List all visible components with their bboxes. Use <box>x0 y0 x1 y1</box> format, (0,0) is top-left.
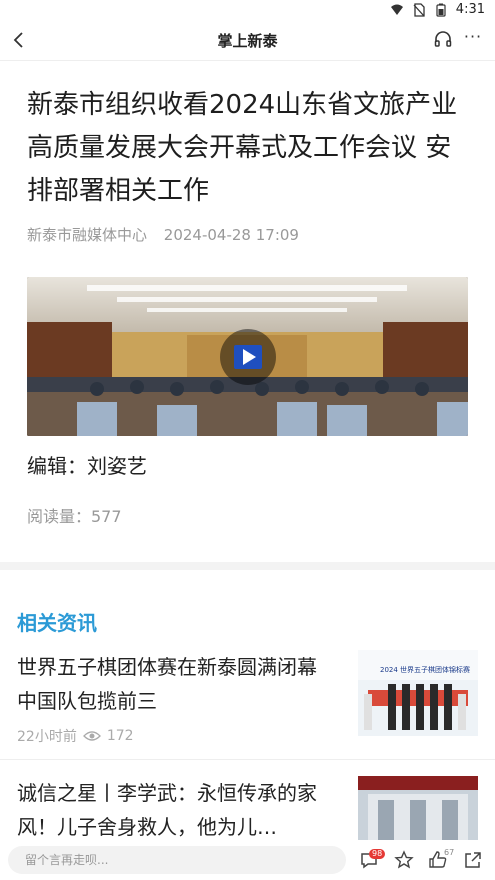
eye-icon <box>82 731 101 741</box>
news-views: 172 <box>106 728 134 744</box>
divider <box>0 60 495 61</box>
battery-icon <box>436 3 446 17</box>
play-button[interactable] <box>219 328 276 385</box>
read-count: 阅读量：577 <box>27 507 122 526</box>
comment-count-badge: 98 <box>369 849 386 859</box>
article-datetime: 2024-04-28 17:09 <box>163 226 299 244</box>
more-icon[interactable]: ··· <box>463 27 483 47</box>
video-player[interactable] <box>27 277 468 436</box>
news-thumbnail-image: 2024 世界五子棋团体锦标赛 <box>358 650 478 736</box>
article-source: 新泰市融媒体中心 <box>27 226 148 244</box>
thumbnail-caption: 2024 世界五子棋团体锦标赛 <box>380 665 470 674</box>
article-editor: 编辑：刘姿艺 <box>27 454 147 478</box>
sim-off-icon <box>413 2 425 17</box>
headphones-icon[interactable] <box>433 29 453 49</box>
news-thumbnail[interactable]: 2024 世界五子棋团体锦标赛 <box>358 650 478 736</box>
like-count: 67 <box>444 848 455 857</box>
play-icon <box>233 344 262 369</box>
news-thumbnail[interactable] <box>358 776 478 840</box>
article-meta: 新泰市融媒体中心 2024-04-28 17:09 <box>27 224 311 245</box>
section-divider <box>0 562 495 570</box>
bottom-bar: 留个言再走呗... 98 67 <box>0 840 495 880</box>
share-icon[interactable] <box>463 850 483 870</box>
related-heading: 相关资讯 <box>17 611 97 635</box>
news-title[interactable]: 世界五子棋团体赛在新泰圆满闭幕 中国队包揽前三 <box>17 650 337 718</box>
article-title: 新泰市组织收看2024山东省文旅产业高质量发展大会开幕式及工作会议 安排部署相关… <box>27 90 458 206</box>
news-thumbnail-image <box>358 776 478 840</box>
star-icon[interactable] <box>394 850 414 870</box>
wifi-icon <box>390 4 403 15</box>
news-title[interactable]: 诚信之星丨李学武：永恒传承的家风！儿子舍身救人，他为儿… <box>17 776 337 844</box>
app-title: 掌上新泰 <box>217 32 278 50</box>
clock: 4:31 <box>455 2 485 17</box>
status-bar: 4:31 <box>0 0 495 20</box>
comment-input[interactable]: 留个言再走呗... <box>8 846 346 874</box>
news-meta: 22小时前 172 <box>17 726 134 746</box>
top-navbar: 掌上新泰 ··· <box>0 20 495 60</box>
divider <box>0 759 495 760</box>
news-time: 22小时前 <box>17 729 77 745</box>
